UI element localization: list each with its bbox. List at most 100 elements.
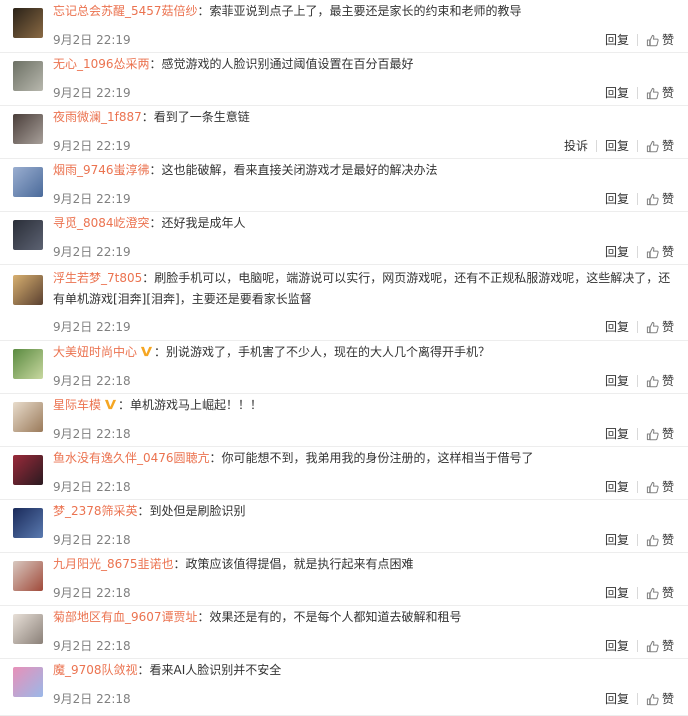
comment-timestamp: 9月2日 22:18 <box>53 374 131 388</box>
like-button[interactable]: 赞 <box>646 531 674 549</box>
thumbs-up-icon <box>646 374 662 388</box>
username-link[interactable]: 夜雨微澜_1f887 <box>53 110 142 124</box>
comment-meta: 9月2日 22:18 回复 赞 <box>53 372 674 390</box>
comment-text-line: 大美妞时尚中心 ：别说游戏了，手机害了不少人，现在的大人几个离得开手机？ <box>53 342 672 363</box>
comment-content: ：别说游戏了，手机害了不少人，现在的大人几个离得开手机？ <box>154 345 491 359</box>
comment-content: ：效果还是有的，不是每个人都知道去破解和租号 <box>197 610 462 624</box>
comment-text-line: 梦_2378筛采英：到处但是刷脸识别 <box>53 501 672 522</box>
like-label: 赞 <box>661 533 674 547</box>
username-link[interactable]: 无心_1096怂采两 <box>53 57 150 71</box>
like-button[interactable]: 赞 <box>646 690 674 708</box>
like-label: 赞 <box>661 192 674 206</box>
comment-item: 鱼水没有逸久伴_0476圆聴亢：你可能想不到，我弟用我的身份注册的，这样相当于借… <box>0 447 688 500</box>
reply-button[interactable]: 回复 <box>605 425 629 443</box>
reply-button[interactable]: 回复 <box>605 478 629 496</box>
username-link[interactable]: 星际车模 <box>53 398 101 412</box>
report-button[interactable]: 投诉 <box>564 137 588 155</box>
comment-timestamp: 9月2日 22:18 <box>53 480 131 494</box>
avatar[interactable] <box>13 455 43 485</box>
avatar[interactable] <box>13 667 43 697</box>
comment-text-line: 忘记总会苏醒_5457菇倍纱：索菲亚说到点子上了，最主要还是家长的约束和老师的教… <box>53 1 672 22</box>
username-link[interactable]: 九月阳光_8675韭诺也 <box>53 557 174 571</box>
like-button[interactable]: 赞 <box>646 84 674 102</box>
comment-meta: 9月2日 22:19 回复 赞 <box>53 84 674 102</box>
reply-button[interactable]: 回复 <box>605 84 629 102</box>
avatar[interactable] <box>13 275 43 305</box>
like-button[interactable]: 赞 <box>646 137 674 155</box>
avatar[interactable] <box>13 61 43 91</box>
username-link[interactable]: 梦_2378筛采英 <box>53 504 138 518</box>
action-divider <box>636 640 638 652</box>
comment-text-line: 烟雨_9746蚩淳彿：这也能破解，看来直接关闭游戏才是最好的解决办法 <box>53 160 672 181</box>
thumbs-up-icon <box>646 192 662 206</box>
like-label: 赞 <box>661 374 674 388</box>
comment-item: 九月阳光_8675韭诺也：政策应该值得提倡，就是执行起来有点困难 9月2日 22:… <box>0 553 688 606</box>
reply-button[interactable]: 回复 <box>605 318 629 336</box>
reply-button[interactable]: 回复 <box>605 31 629 49</box>
like-button[interactable]: 赞 <box>646 584 674 602</box>
avatar[interactable] <box>13 402 43 432</box>
like-button[interactable]: 赞 <box>646 425 674 443</box>
like-button[interactable]: 赞 <box>646 318 674 336</box>
comment-actions: 回复 赞 <box>605 84 674 102</box>
comment-content: ：单机游戏马上崛起！！！ <box>118 398 263 412</box>
avatar[interactable] <box>13 8 43 38</box>
avatar[interactable] <box>13 561 43 591</box>
comment-content: ：刷脸手机可以，电脑呢，端游说可以实行，网页游戏呢，还有不正规私服游戏呢，这些解… <box>53 271 671 306</box>
comment-content: ：索菲亚说到点子上了，最主要还是家长的约束和老师的教导 <box>197 4 522 18</box>
reply-button[interactable]: 回复 <box>605 243 629 261</box>
vip-badge-icon <box>104 397 117 410</box>
like-button[interactable]: 赞 <box>646 372 674 390</box>
comment-text-line: 浮生若梦_7t805：刷脸手机可以，电脑呢，端游说可以实行，网页游戏呢，还有不正… <box>53 268 672 310</box>
avatar[interactable] <box>13 614 43 644</box>
username-link[interactable]: 寻觅_8084屹澄突 <box>53 216 150 230</box>
action-divider <box>636 321 638 333</box>
like-button[interactable]: 赞 <box>646 243 674 261</box>
comment-item: 寻觅_8084屹澄突：还好我是成年人 9月2日 22:19 回复 赞 <box>0 212 688 265</box>
action-divider <box>636 375 638 387</box>
avatar[interactable] <box>13 508 43 538</box>
reply-button[interactable]: 回复 <box>605 584 629 602</box>
thumbs-up-icon <box>646 86 662 100</box>
reply-button[interactable]: 回复 <box>605 531 629 549</box>
comment-meta: 9月2日 22:18 回复 赞 <box>53 584 674 602</box>
comment-actions: 回复 赞 <box>605 318 674 336</box>
username-link[interactable]: 烟雨_9746蚩淳彿 <box>53 163 150 177</box>
comment-timestamp: 9月2日 22:18 <box>53 427 131 441</box>
comment-actions: 回复 赞 <box>605 478 674 496</box>
username-link[interactable]: 鱼水没有逸久伴_0476圆聴亢 <box>53 451 210 465</box>
comment-timestamp: 9月2日 22:19 <box>53 320 131 334</box>
avatar[interactable] <box>13 114 43 144</box>
like-button[interactable]: 赞 <box>646 637 674 655</box>
like-button[interactable]: 赞 <box>646 478 674 496</box>
comment-meta: 9月2日 22:19 回复 赞 <box>53 190 674 208</box>
username-link[interactable]: 忘记总会苏醒_5457菇倍纱 <box>53 4 198 18</box>
comment-text-line: 夜雨微澜_1f887：看到了一条生意链 <box>53 107 672 128</box>
username-link[interactable]: 魔_9708队敛视 <box>53 663 138 677</box>
reply-button[interactable]: 回复 <box>605 372 629 390</box>
comment-meta: 9月2日 22:18 回复 赞 <box>53 637 674 655</box>
comment-list: 忘记总会苏醒_5457菇倍纱：索菲亚说到点子上了，最主要还是家长的约束和老师的教… <box>0 0 688 716</box>
thumbs-up-icon <box>646 586 662 600</box>
username-link[interactable]: 浮生若梦_7t805 <box>53 271 142 285</box>
reply-button[interactable]: 回复 <box>605 137 629 155</box>
reply-button[interactable]: 回复 <box>605 637 629 655</box>
comment-item: 无心_1096怂采两：感觉游戏的人脸识别通过阈值设置在百分百最好 9月2日 22:… <box>0 53 688 106</box>
comment-timestamp: 9月2日 22:19 <box>53 245 131 259</box>
avatar[interactable] <box>13 167 43 197</box>
comment-item: 忘记总会苏醒_5457菇倍纱：索菲亚说到点子上了，最主要还是家长的约束和老师的教… <box>0 0 688 53</box>
reply-button[interactable]: 回复 <box>605 690 629 708</box>
comment-meta: 9月2日 22:19 回复 赞 <box>53 318 674 336</box>
avatar[interactable] <box>13 349 43 379</box>
comment-text-line: 九月阳光_8675韭诺也：政策应该值得提倡，就是执行起来有点困难 <box>53 554 672 575</box>
comment-content: ：到处但是刷脸识别 <box>137 504 246 518</box>
action-divider <box>636 34 638 46</box>
username-link[interactable]: 大美妞时尚中心 <box>53 345 137 359</box>
reply-button[interactable]: 回复 <box>605 190 629 208</box>
username-link[interactable]: 菊部地区有血_9607谭贾址 <box>53 610 198 624</box>
thumbs-up-icon <box>646 533 662 547</box>
like-button[interactable]: 赞 <box>646 190 674 208</box>
comment-timestamp: 9月2日 22:18 <box>53 692 131 706</box>
like-button[interactable]: 赞 <box>646 31 674 49</box>
avatar[interactable] <box>13 220 43 250</box>
